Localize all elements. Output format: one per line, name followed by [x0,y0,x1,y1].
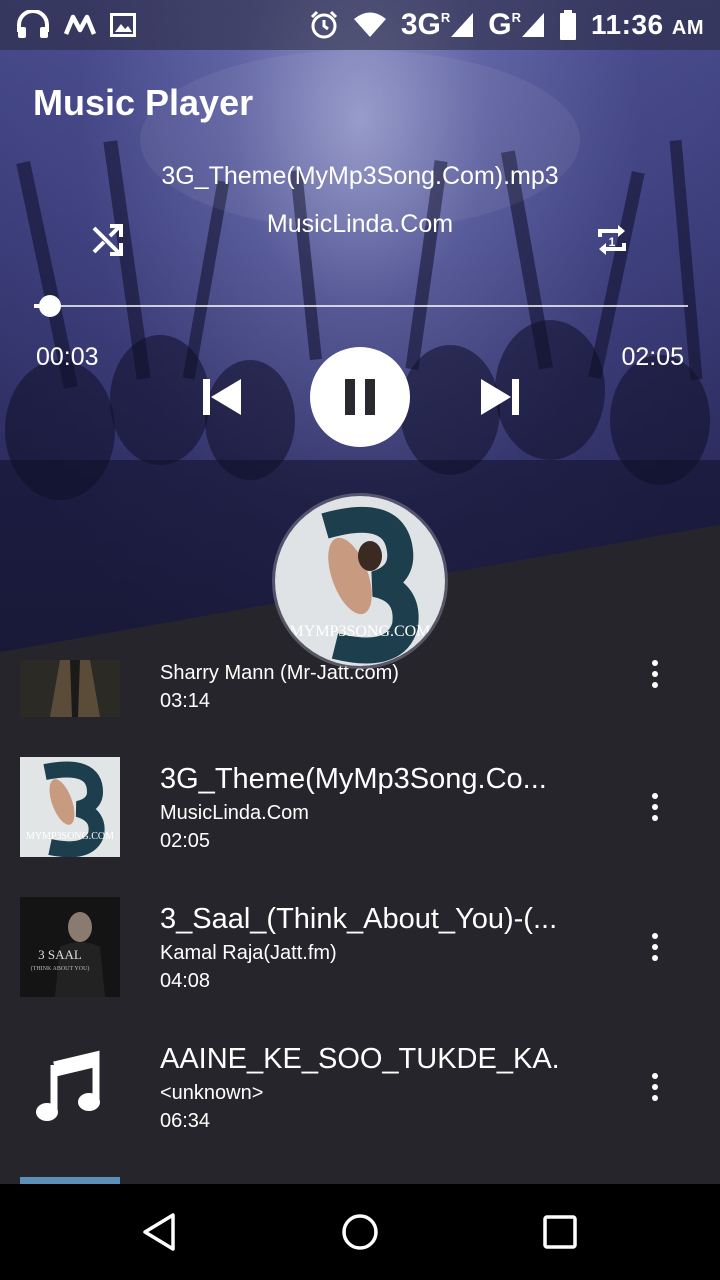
track-title: 3_Saal_(Think_About_You)-(... [160,903,558,935]
track-more-button[interactable] [640,922,670,972]
track-duration: 06:34 [160,1110,211,1132]
home-icon [342,1214,378,1250]
seek-thumb[interactable] [38,295,61,317]
status-right: 3G R G R 11:36 AM [309,8,704,42]
elapsed-time: 00:03 [36,343,99,371]
seek-track [34,305,688,307]
svg-text:MYMP3SONG.COM: MYMP3SONG.COM [290,623,431,640]
svg-text:1: 1 [609,235,616,249]
svg-text:MYMP3SONG.COM: MYMP3SONG.COM [26,831,114,842]
track-thumbnail [20,660,120,717]
track-artist: <unknown> [160,1082,264,1104]
svg-text:3 SAAL: 3 SAAL [38,947,82,962]
signal-g-icon: G R [488,8,545,42]
skip-next-icon [481,379,519,415]
repeat-one-button[interactable]: 1 [590,218,634,262]
music-player-screen: 3G R G R 11:36 AM Music Player 3G_Theme(… [0,0,720,1280]
seek-bar[interactable] [34,295,688,317]
shuffle-button[interactable] [88,220,128,260]
app-title: Music Player [33,82,254,123]
wifi-icon [353,12,387,38]
headphones-icon [16,10,50,40]
track-artist: Kamal Raja(Jatt.fm) [160,942,337,964]
previous-button[interactable] [196,372,246,422]
status-left [16,10,136,40]
track-more-button[interactable] [640,1062,670,1112]
recents-icon [543,1215,577,1249]
track-thumbnail: MYMP3SONG.COM [20,757,120,857]
recents-button[interactable] [532,1204,588,1260]
skip-previous-icon [203,379,241,415]
track-thumbnail [20,1177,120,1184]
track-more-button[interactable] [640,782,670,832]
image-icon [110,13,136,37]
track-list: Sharry Mann (Mr-Jatt.com) 03:14 MYMP3SON… [0,640,720,1184]
music-note-icon [20,1037,120,1137]
track-title: AAINE_KE_SOO_TUKDE_KA... [160,1043,560,1075]
track-title: 3G_Theme(MyMp3Song.Co... [160,763,547,795]
navigation-bar [0,1184,720,1280]
track-duration: 02:05 [160,830,211,852]
next-button[interactable] [476,372,526,422]
track-duration: 03:14 [160,690,211,712]
back-icon [143,1213,175,1251]
track-row[interactable] [0,1177,720,1184]
album-art-disc: MYMP3SONG.COM [272,493,448,669]
clock: 11:36 AM [591,9,704,40]
track-duration: 04:08 [160,970,211,992]
shuffle-icon [92,224,123,256]
home-button[interactable] [332,1204,388,1260]
track-more-button[interactable] [640,649,670,699]
back-button[interactable] [132,1204,188,1260]
m-app-icon [64,14,96,36]
repeat-one-icon: 1 [598,225,626,255]
svg-text:(THINK ABOUT YOU): (THINK ABOUT YOU) [31,965,90,972]
battery-icon [559,10,577,40]
signal-3g-icon: 3G R [401,8,474,42]
track-row[interactable]: MYMP3SONG.COM 3G_Theme(MyMp3Song.Co... M… [0,757,720,897]
track-artist: MusicLinda.Com [160,802,309,824]
track-row[interactable]: 3 SAAL (THINK ABOUT YOU) 3_Saal_(Think_Ab… [0,897,720,1037]
status-bar: 3G R G R 11:36 AM [0,0,720,50]
alarm-icon [309,10,339,40]
pause-icon [345,379,375,415]
now-playing-title: 3G_Theme(MyMp3Song.Com).mp3 [161,162,559,190]
track-row[interactable]: AAINE_KE_SOO_TUKDE_KA... <unknown> 06:34 [0,1037,720,1177]
pause-button[interactable] [310,347,410,447]
album-art-3g-image: MYMP3SONG.COM [275,496,445,666]
track-thumbnail: 3 SAAL (THINK ABOUT YOU) [20,897,120,997]
total-time: 02:05 [621,343,684,371]
